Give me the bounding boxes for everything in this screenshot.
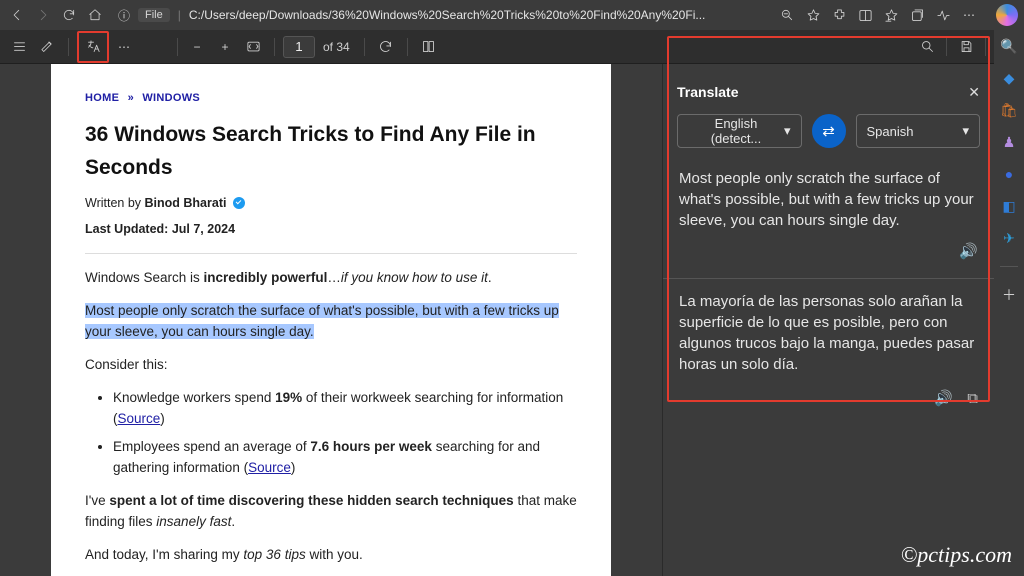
document-viewport[interactable]: HOME » WINDOWS 36 Windows Search Tricks … <box>0 64 662 576</box>
paragraph-highlighted: Most people only scratch the surface of … <box>85 301 577 343</box>
fit-icon[interactable] <box>240 34 266 60</box>
address-bar[interactable]: ⓘ File | C:/Users/deep/Downloads/36%20Wi… <box>110 3 713 27</box>
shopping-icon[interactable]: 🛍 <box>999 100 1019 120</box>
selected-text[interactable]: Most people only scratch the surface of … <box>85 303 559 339</box>
split-icon[interactable] <box>854 4 876 26</box>
outlook-icon[interactable]: ◧ <box>999 196 1019 216</box>
t: if you know how to use it <box>341 270 488 285</box>
more-tools-icon[interactable]: ⋯ <box>111 34 137 60</box>
copilot-icon[interactable] <box>996 4 1018 26</box>
rotate-icon[interactable] <box>373 34 399 60</box>
source-link[interactable]: Source <box>118 411 161 426</box>
byline: Written by Binod Bharati <box>85 194 577 213</box>
list-item: Knowledge workers spend 19% of their wor… <box>113 388 577 430</box>
refresh-button[interactable] <box>58 4 80 26</box>
source-link[interactable]: Source <box>248 460 291 475</box>
back-button[interactable] <box>6 4 28 26</box>
url-path: C:/Users/deep/Downloads/36%20Windows%20S… <box>189 8 705 22</box>
zoom-in-icon[interactable]: + <box>212 34 238 60</box>
divider: | <box>178 8 181 22</box>
favorites-list-icon[interactable] <box>880 4 902 26</box>
paragraph: I've spent a lot of time discovering the… <box>85 491 577 533</box>
divider <box>1000 266 1018 267</box>
divider <box>407 38 408 56</box>
bullet-list: Knowledge workers spend 19% of their wor… <box>85 388 577 480</box>
author-name: Binod Bharati <box>145 196 227 210</box>
divider <box>68 38 69 56</box>
favorite-icon[interactable] <box>802 4 824 26</box>
divider <box>274 38 275 56</box>
page-title: 36 Windows Search Tricks to Find Any Fil… <box>85 119 577 184</box>
paragraph: And today, I'm sharing my top 36 tips wi… <box>85 545 577 566</box>
extensions-icon[interactable] <box>828 4 850 26</box>
updated-value: Jul 7, 2024 <box>172 222 235 236</box>
t: … <box>327 270 341 285</box>
divider <box>177 38 178 56</box>
translate-tool-highlight <box>77 31 109 63</box>
tools-icon[interactable]: ◆ <box>999 68 1019 88</box>
highlight-icon[interactable] <box>34 34 60 60</box>
crumb-windows[interactable]: WINDOWS <box>142 92 200 104</box>
page-input[interactable] <box>283 36 315 58</box>
add-icon[interactable]: ＋ <box>999 285 1019 305</box>
verified-icon <box>233 197 245 209</box>
health-icon[interactable] <box>932 4 954 26</box>
info-icon[interactable]: ⓘ <box>118 7 130 24</box>
zoom-out-icon[interactable] <box>776 4 798 26</box>
browser-toolbar: ⓘ File | C:/Users/deep/Downloads/36%20Wi… <box>0 0 1024 30</box>
t: Windows Search is <box>85 270 204 285</box>
updated-label: Last Updated: <box>85 222 172 236</box>
office-icon[interactable]: ● <box>999 164 1019 184</box>
file-badge: File <box>138 8 170 22</box>
close-icon[interactable]: ✕ <box>968 84 980 101</box>
translate-panel: Translate ✕ English (detect...▾ ⇄ Spanis… <box>662 64 994 576</box>
workspace: HOME » WINDOWS 36 Windows Search Tricks … <box>0 64 994 576</box>
pdf-page: HOME » WINDOWS 36 Windows Search Tricks … <box>51 64 611 576</box>
page-total: of 34 <box>323 40 350 54</box>
crumb-home[interactable]: HOME <box>85 92 119 104</box>
zoom-out-icon[interactable]: − <box>184 34 210 60</box>
paragraph-intro: Windows Search is incredibly powerful…if… <box>85 268 577 289</box>
last-updated: Last Updated: Jul 7, 2024 <box>85 220 577 239</box>
byline-label: Written by <box>85 196 145 210</box>
translate-tool-icon[interactable] <box>80 34 106 60</box>
home-button[interactable] <box>84 4 106 26</box>
collections-icon[interactable] <box>906 4 928 26</box>
translate-title: Translate <box>677 84 980 100</box>
edge-sidebar: 🔍 ◆ 🛍 ♟ ● ◧ ✈ ＋ <box>994 30 1024 576</box>
more-icon[interactable]: ⋯ <box>958 4 980 26</box>
games-icon[interactable]: ♟ <box>999 132 1019 152</box>
t: . <box>488 270 492 285</box>
breadcrumb: HOME » WINDOWS <box>85 90 577 107</box>
forward-button[interactable] <box>32 4 54 26</box>
divider <box>85 253 577 254</box>
search-icon[interactable]: 🔍 <box>999 36 1019 56</box>
t: incredibly powerful <box>204 270 328 285</box>
crumb-sep: » <box>128 92 134 104</box>
page-view-icon[interactable] <box>416 34 442 60</box>
send-icon[interactable]: ✈ <box>999 228 1019 248</box>
contents-icon[interactable] <box>6 34 32 60</box>
divider <box>364 38 365 56</box>
list-item: Employees spend an average of 7.6 hours … <box>113 437 577 479</box>
paragraph-consider: Consider this: <box>85 355 577 376</box>
